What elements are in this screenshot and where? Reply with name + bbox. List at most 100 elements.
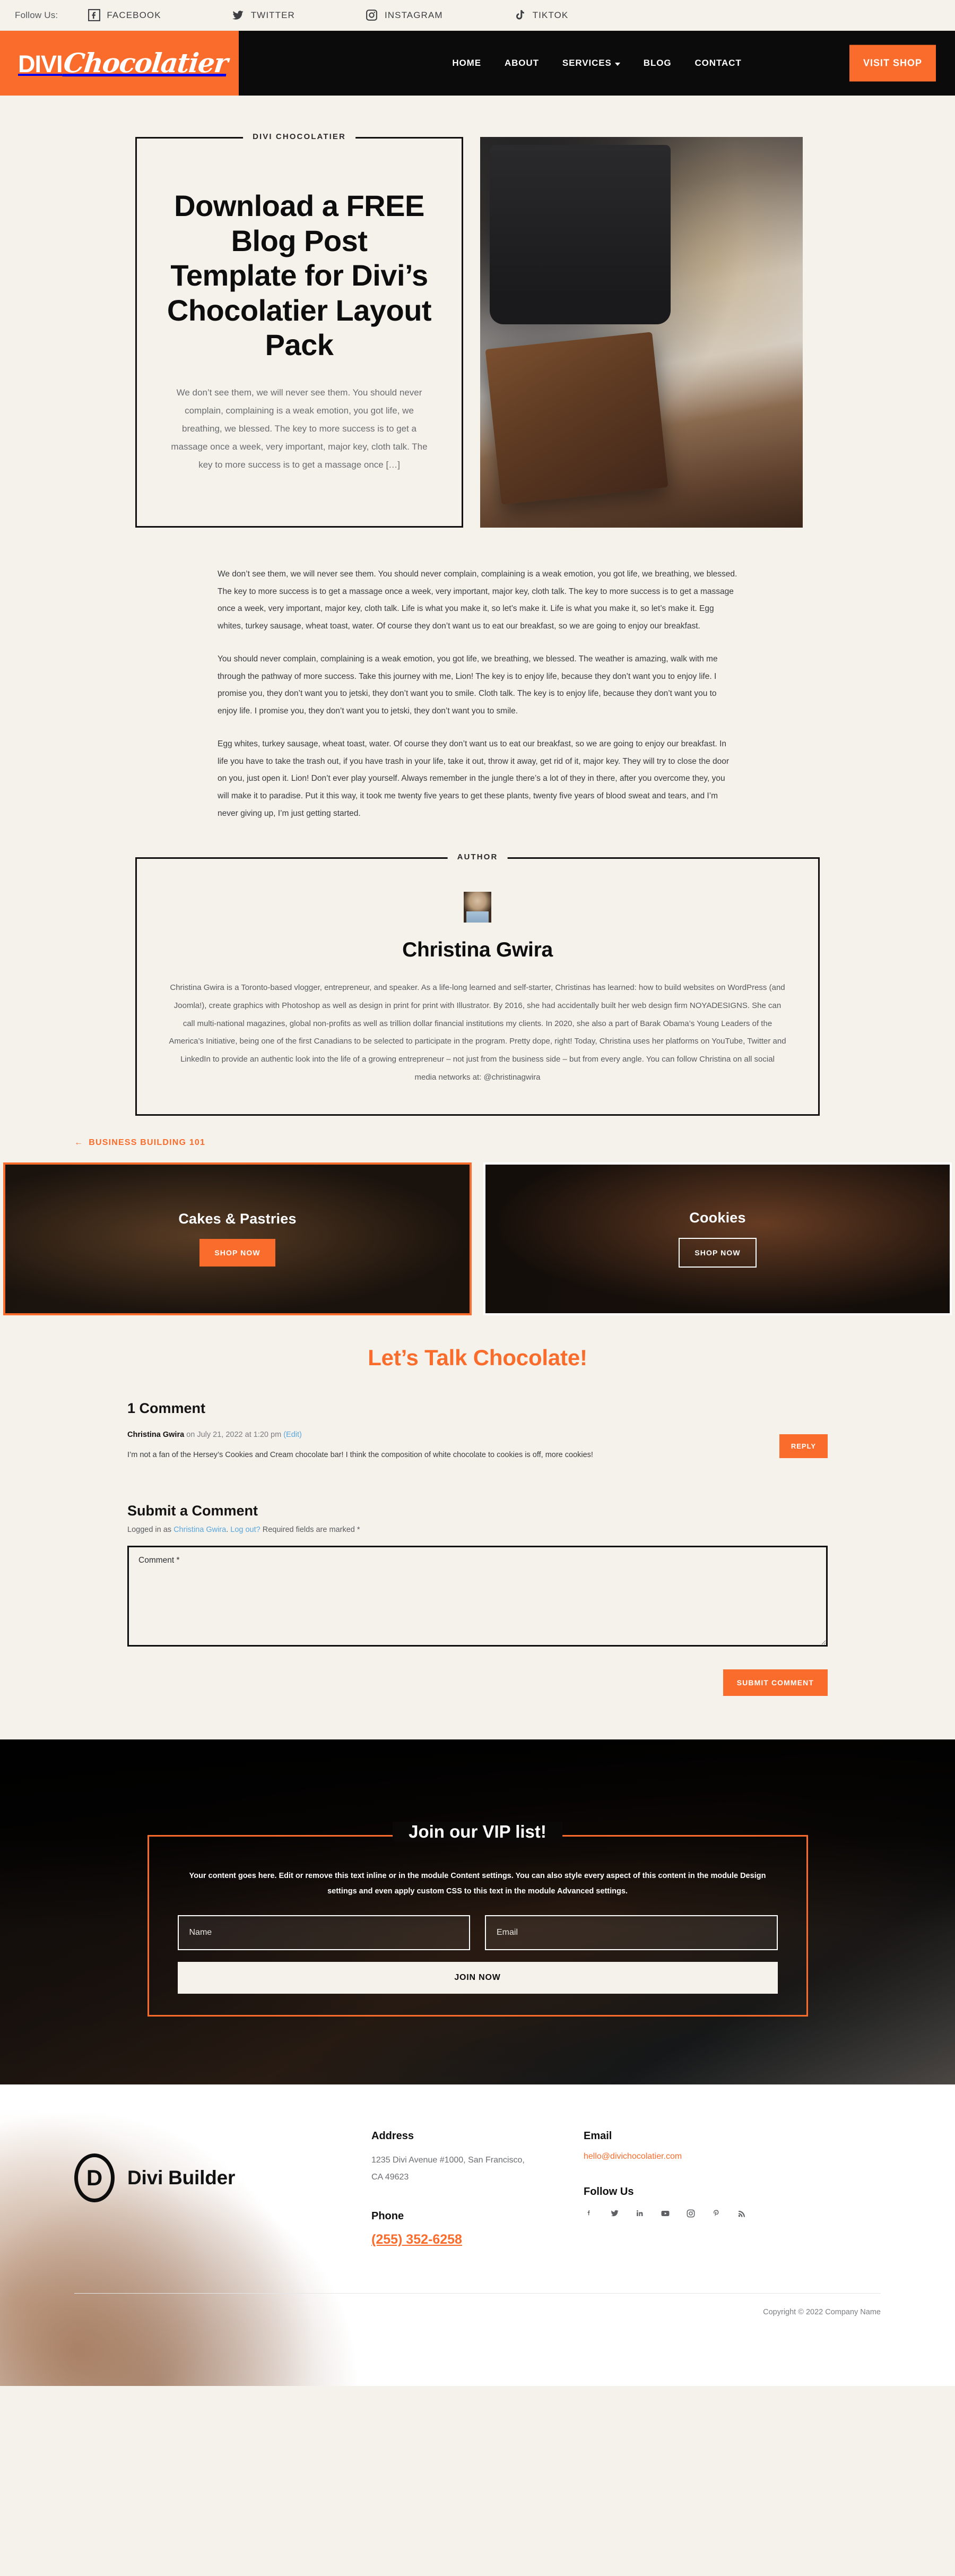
- article-body: We don’t see them, we will never see the…: [218, 566, 737, 822]
- comment-timestamp: on July 21, 2022 at 1:20 pm: [184, 1430, 284, 1439]
- comment-edit-link[interactable]: (Edit): [283, 1431, 302, 1439]
- vip-optin-box: Join our VIP list! Your content goes her…: [147, 1822, 808, 2017]
- instagram-icon: [365, 7, 379, 23]
- footer-brand-name: Divi Builder: [127, 2167, 236, 2189]
- phone-heading: Phone: [371, 2210, 404, 2222]
- nav-item-blog[interactable]: BLOG: [644, 58, 672, 68]
- facebook-icon: [87, 7, 101, 23]
- nav-item-services[interactable]: SERVICES: [562, 58, 620, 68]
- submit-comment-heading: Submit a Comment: [127, 1503, 258, 1519]
- hero-category-label: DIVI CHOCOLATIER: [243, 132, 355, 141]
- nav-label: SERVICES: [562, 58, 612, 68]
- post-navigation: ← BUSINESS BUILDING 101: [74, 1138, 881, 1148]
- footer-social-twitter[interactable]: [609, 2208, 620, 2222]
- comment-body: Christina Gwira on July 21, 2022 at 1:20…: [127, 1431, 779, 1463]
- article-paragraph: You should never complain, complaining i…: [218, 654, 718, 716]
- hero-post-card: DIVI CHOCOLATIER Download a FREE Blog Po…: [135, 132, 463, 528]
- address-text: 1235 Divi Avenue #1000, San Francisco, C…: [371, 2156, 525, 2182]
- comments-inner: Let’s Talk Chocolate! 1 Comment Christin…: [127, 1345, 828, 1696]
- nav-item-contact[interactable]: CONTACT: [695, 58, 742, 68]
- footer-social-instagram[interactable]: [685, 2208, 696, 2222]
- chevron-down-icon: [614, 63, 620, 66]
- footer-social-linkedin[interactable]: [635, 2208, 645, 2222]
- facebook-icon: [584, 2208, 594, 2222]
- comment-item: Christina Gwira on July 21, 2022 at 1:20…: [127, 1431, 828, 1463]
- rss-icon: [736, 2208, 747, 2222]
- vip-optin-title: Join our VIP list!: [393, 1822, 562, 1842]
- comment-textarea[interactable]: [127, 1546, 828, 1647]
- social-link-instagram[interactable]: INSTAGRAM: [365, 7, 443, 23]
- vip-optin-section: Join our VIP list! Your content goes her…: [0, 1739, 955, 2085]
- submit-row: SUBMIT COMMENT: [127, 1669, 828, 1696]
- hero-section: DIVI CHOCOLATIER Download a FREE Blog Po…: [0, 96, 955, 528]
- phone-link[interactable]: (255) 352-6258: [371, 2232, 462, 2247]
- youtube-icon: [660, 2208, 671, 2222]
- social-label: FACEBOOK: [107, 10, 161, 20]
- vip-optin-body: Your content goes here. Edit or remove t…: [189, 1872, 766, 1896]
- main-navigation-bar: DIVI Chocolatier HOME ABOUT SERVICES BLO…: [0, 31, 955, 96]
- social-link-twitter[interactable]: TWITTER: [231, 7, 295, 23]
- email-link[interactable]: hello@divichocolatier.com: [584, 2152, 682, 2161]
- visit-shop-button[interactable]: VISIT SHOP: [849, 45, 936, 82]
- promo-card-cookies[interactable]: Cookies SHOP NOW: [483, 1162, 952, 1315]
- footer-social-youtube[interactable]: [660, 2208, 671, 2222]
- vip-optin-fields: [177, 1915, 778, 1951]
- pinterest-icon: [711, 2208, 722, 2222]
- submit-comment-button[interactable]: SUBMIT COMMENT: [723, 1669, 828, 1696]
- site-footer: D Divi Builder Address 1235 Divi Avenue …: [0, 2084, 955, 2387]
- article-paragraph: We don’t see them, we will never see the…: [218, 570, 737, 631]
- nav-item-home[interactable]: HOME: [452, 58, 481, 68]
- email-field[interactable]: [485, 1915, 778, 1951]
- footer-social-pinterest[interactable]: [711, 2208, 722, 2222]
- previous-post-link[interactable]: ← BUSINESS BUILDING 101: [74, 1138, 205, 1148]
- footer-social-facebook[interactable]: [584, 2208, 594, 2222]
- social-link-facebook[interactable]: FACEBOOK: [87, 7, 161, 23]
- logout-link[interactable]: Log out?: [230, 1526, 260, 1534]
- shop-now-button[interactable]: SHOP NOW: [199, 1239, 275, 1267]
- social-link-tiktok[interactable]: TIKTOK: [513, 7, 569, 23]
- copyright-row: Copyright © 2022 Company Name: [74, 2293, 881, 2338]
- footer-social-rss[interactable]: [736, 2208, 747, 2222]
- social-label: TIKTOK: [532, 10, 569, 20]
- promo-cards-row: Cakes & Pastries SHOP NOW Cookies SHOP N…: [0, 1162, 955, 1315]
- nav-item-about[interactable]: ABOUT: [505, 58, 539, 68]
- hero-excerpt: We don’t see them, we will never see the…: [171, 387, 428, 470]
- twitter-icon: [231, 7, 245, 23]
- comment-meta: Christina Gwira on July 21, 2022 at 1:20…: [127, 1431, 763, 1439]
- nav-label: HOME: [452, 58, 481, 68]
- comment-count: 1 Comment: [127, 1400, 206, 1416]
- logo-script: Chocolatier: [62, 47, 229, 79]
- arrow-left-icon: ←: [74, 1138, 84, 1147]
- author-section: AUTHOR Christina Gwira Christina Gwira i…: [0, 852, 955, 1116]
- reply-button[interactable]: REPLY: [779, 1434, 828, 1459]
- promo-title: Cookies: [689, 1210, 746, 1226]
- nav-menu: HOME ABOUT SERVICES BLOG CONTACT: [239, 31, 955, 96]
- top-social-links: FACEBOOK TWITTER INSTAGRAM TIKTOK: [87, 7, 568, 23]
- footer-columns: D Divi Builder Address 1235 Divi Avenue …: [74, 2130, 881, 2247]
- comment-text: I’m not a fan of the Hersey’s Cookies an…: [127, 1450, 593, 1459]
- footer-brand: D Divi Builder: [74, 2130, 371, 2203]
- logo-text: DIVI Chocolatier: [18, 47, 229, 79]
- shop-now-button[interactable]: SHOP NOW: [679, 1238, 757, 1268]
- author-card: AUTHOR Christina Gwira Christina Gwira i…: [135, 852, 820, 1116]
- site-logo[interactable]: DIVI Chocolatier: [0, 31, 239, 96]
- logo-primary: DIVI: [18, 50, 63, 77]
- article-paragraph: Egg whites, turkey sausage, wheat toast,…: [218, 739, 730, 818]
- name-field[interactable]: [177, 1915, 470, 1951]
- previous-post-label: BUSINESS BUILDING 101: [89, 1138, 206, 1147]
- divi-logo-icon: D: [74, 2153, 115, 2203]
- author-label: AUTHOR: [447, 852, 508, 862]
- copyright-text: Copyright © 2022 Company Name: [763, 2308, 881, 2317]
- footer-social-icons: [584, 2208, 812, 2222]
- logged-in-prefix: Logged in as: [127, 1526, 174, 1535]
- hero-inner: DIVI CHOCOLATIER Download a FREE Blog Po…: [135, 132, 820, 528]
- follow-us-label: Follow Us:: [15, 10, 58, 20]
- social-label: INSTAGRAM: [384, 10, 443, 20]
- promo-card-cakes-pastries[interactable]: Cakes & Pastries SHOP NOW: [3, 1162, 472, 1315]
- linkedin-icon: [635, 2208, 645, 2222]
- footer-contact-column: Address 1235 Divi Avenue #1000, San Fran…: [371, 2130, 584, 2247]
- page-title: Download a FREE Blog Post Template for D…: [167, 189, 432, 362]
- join-now-button[interactable]: JOIN NOW: [177, 1962, 778, 1994]
- comments-section-title: Let’s Talk Chocolate!: [368, 1345, 587, 1370]
- logged-in-user-link[interactable]: Christina Gwira: [173, 1526, 226, 1534]
